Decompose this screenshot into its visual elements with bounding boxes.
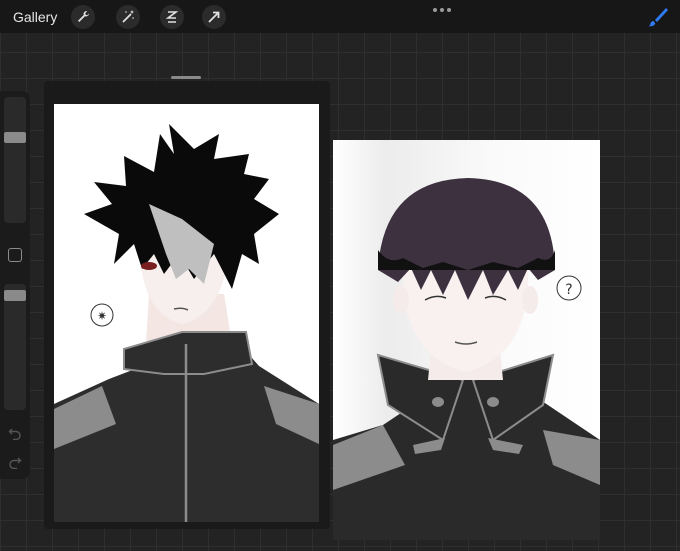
panel-drag-handle[interactable] xyxy=(171,76,201,79)
transform-button[interactable] xyxy=(202,5,226,29)
magic-wand-icon xyxy=(122,10,134,23)
side-toolbar xyxy=(0,91,30,479)
undo-icon[interactable] xyxy=(8,426,22,440)
wrench-icon xyxy=(78,11,89,22)
brush-size-slider[interactable] xyxy=(4,97,26,223)
character-illustration-right: ? xyxy=(333,178,600,540)
brush-opacity-slider[interactable] xyxy=(4,284,26,410)
modify-button[interactable] xyxy=(8,248,22,262)
ellipsis-icon xyxy=(433,8,437,12)
artwork-canvas-left[interactable]: ✷ xyxy=(54,104,319,522)
adjustments-button[interactable] xyxy=(116,5,140,29)
selection-icon xyxy=(165,11,179,23)
brush-size-thumb[interactable] xyxy=(4,131,26,143)
actions-wrench-button[interactable] xyxy=(71,5,95,29)
brush-icon[interactable] xyxy=(646,5,670,29)
top-toolbar: Gallery xyxy=(0,0,680,33)
selection-button[interactable] xyxy=(160,5,184,29)
gallery-button[interactable]: Gallery xyxy=(13,9,57,25)
more-options-button[interactable] xyxy=(433,8,451,12)
brush-opacity-thumb[interactable] xyxy=(4,289,26,301)
speech-bubble-right: ? xyxy=(565,282,572,298)
redo-icon[interactable] xyxy=(8,455,22,469)
transform-arrow-icon xyxy=(208,11,220,23)
speech-bubble-left: ✷ xyxy=(97,309,107,323)
artwork-canvas-right[interactable]: ? xyxy=(333,140,600,540)
character-illustration-left: ✷ xyxy=(54,124,319,522)
